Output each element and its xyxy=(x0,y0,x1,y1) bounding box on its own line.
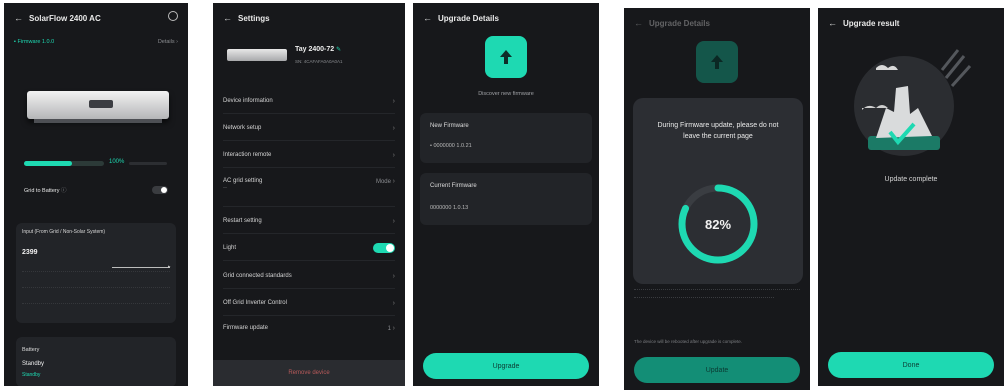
settings-item-firmware-update[interactable]: Firmware update 1 › xyxy=(223,316,395,340)
settings-icon[interactable] xyxy=(168,11,178,21)
update-complete-text: Update complete xyxy=(884,176,938,183)
firmware-update-badge: 1 xyxy=(387,325,391,332)
mode-row: Grid to Battery ⓘ xyxy=(24,183,168,197)
chart-gridline-3 xyxy=(22,303,170,304)
input-power-value: 2399 xyxy=(22,249,38,256)
device-image-base xyxy=(34,119,162,123)
edit-icon[interactable]: ✎ xyxy=(336,47,341,53)
upgrade-icon-dimmed xyxy=(696,41,738,83)
battery-bar-secondary xyxy=(129,162,167,165)
bottom-status: Standby xyxy=(22,372,41,378)
screen-device-overview: ← SolarFlow 2400 AC ▪ Firmware 1.0.0 Det… xyxy=(4,3,188,386)
background-note xyxy=(634,289,800,290)
arrow-up-icon xyxy=(500,50,512,64)
chevron-right-icon: › xyxy=(392,124,395,132)
header: ← Upgrade Details xyxy=(624,8,810,38)
header: ← Upgrade Details xyxy=(413,3,599,33)
header: ← SolarFlow 2400 AC xyxy=(4,3,188,33)
device-image xyxy=(27,91,169,119)
light-toggle[interactable] xyxy=(373,243,395,253)
firmware-link[interactable]: Details xyxy=(158,39,175,45)
current-firmware-label: Current Firmware xyxy=(430,183,477,189)
screen-upgrade-progress: ← Upgrade Details During Firmware update… xyxy=(624,8,810,390)
progress-dialog: During Firmware update, please do not le… xyxy=(633,98,803,284)
bottom-value: Standby xyxy=(22,361,45,367)
back-icon[interactable]: ← xyxy=(223,13,232,23)
settings-item-device-info[interactable]: Device information › xyxy=(223,89,395,114)
chart-line-arrow-icon: ▸ xyxy=(168,264,171,270)
back-icon[interactable]: ← xyxy=(423,13,432,23)
chevron-right-icon: › xyxy=(392,324,395,332)
screen-upgrade-result: ← Upgrade result Update complete Done xyxy=(818,8,1004,386)
new-firmware-label: New Firmware xyxy=(430,123,469,129)
info-icon[interactable]: ⓘ xyxy=(61,188,67,194)
settings-item-light: Light xyxy=(223,236,395,261)
header: ← Upgrade result xyxy=(818,8,1004,38)
device-title: SolarFlow 2400 AC xyxy=(29,13,101,23)
done-button[interactable]: Done xyxy=(828,352,994,378)
new-firmware-value: • 0000000 1.0.21 xyxy=(430,143,472,149)
chart-gridline-2 xyxy=(22,287,170,288)
mode-label: Grid to Battery xyxy=(24,188,60,194)
battery-bar-fill xyxy=(24,161,72,166)
chart-line xyxy=(112,267,170,268)
chevron-right-icon: › xyxy=(392,178,395,185)
new-firmware-card: New Firmware • 0000000 1.0.21 xyxy=(420,113,592,163)
arrow-up-icon xyxy=(711,55,723,69)
battery-bar xyxy=(24,161,104,166)
success-illustration xyxy=(854,49,972,156)
reboot-note: The device will be rebooted after upgrad… xyxy=(634,339,743,344)
mode-toggle[interactable] xyxy=(152,186,168,194)
settings-item-interaction[interactable]: Interaction remote › xyxy=(223,143,395,168)
bottom-label: Battery xyxy=(22,347,40,353)
input-card: Input (From Grid / Non-Solar System) 239… xyxy=(16,223,176,323)
device-name: Tay 2400-72 ✎ xyxy=(295,46,342,53)
chevron-right-icon: › xyxy=(392,217,395,225)
settings-item-ac-grid[interactable]: AC grid setting — Mode › xyxy=(223,174,395,207)
page-title: Upgrade result xyxy=(843,18,900,28)
page-title: Upgrade Details xyxy=(438,13,499,23)
upgrade-icon xyxy=(485,36,527,78)
input-section-title: Input (From Grid / Non-Solar System) xyxy=(22,229,106,235)
battery-percent: 100% xyxy=(109,159,125,165)
ac-grid-value: Mode xyxy=(375,179,391,185)
remove-device-button[interactable]: Remove device xyxy=(213,360,405,386)
page-title: Settings xyxy=(238,13,270,23)
screen-upgrade-details: ← Upgrade Details Discover new firmware … xyxy=(413,3,599,386)
progress-percent: 82% xyxy=(704,217,732,232)
chevron-right-icon: › xyxy=(392,151,395,159)
chevron-right-icon: › xyxy=(392,272,395,280)
settings-item-restart[interactable]: Restart setting › xyxy=(223,209,395,234)
header: ← Settings xyxy=(213,3,405,33)
chevron-right-icon: › xyxy=(392,299,395,307)
background-note-2 xyxy=(634,297,774,298)
back-icon[interactable]: ← xyxy=(14,13,23,23)
firmware-version: Firmware 1.0.0 xyxy=(17,39,55,45)
device-thumbnail xyxy=(227,49,287,61)
chart-gridline-1 xyxy=(22,271,170,272)
back-icon[interactable]: ← xyxy=(828,18,837,28)
current-firmware-value: 0000000 1.0.13 xyxy=(430,205,469,211)
upgrade-button[interactable]: Upgrade xyxy=(423,353,589,379)
screen-settings: ← Settings Tay 2400-72 ✎ SN: 4CAFAFA0A0A… xyxy=(213,3,405,386)
settings-item-grid-standards[interactable]: Grid connected standards › xyxy=(223,264,395,289)
device-sn: SN: 4CAFAFA0A0A0A1 xyxy=(295,59,343,64)
update-button: Update xyxy=(634,357,800,383)
back-icon: ← xyxy=(634,18,643,28)
chevron-right-icon: › xyxy=(392,97,395,105)
battery-status-card[interactable]: Battery Standby Standby xyxy=(16,337,176,386)
warning-text: During Firmware update, please do not le… xyxy=(657,122,779,140)
upgrade-subtitle: Discover new firmware xyxy=(478,91,534,97)
page-title: Upgrade Details xyxy=(649,18,710,28)
firmware-row[interactable]: ▪ Firmware 1.0.0 Details › xyxy=(14,39,178,51)
settings-item-offgrid[interactable]: Off Grid Inverter Control › xyxy=(223,291,395,316)
current-firmware-card: Current Firmware 0000000 1.0.13 xyxy=(420,173,592,225)
settings-item-network[interactable]: Network setup › xyxy=(223,116,395,141)
